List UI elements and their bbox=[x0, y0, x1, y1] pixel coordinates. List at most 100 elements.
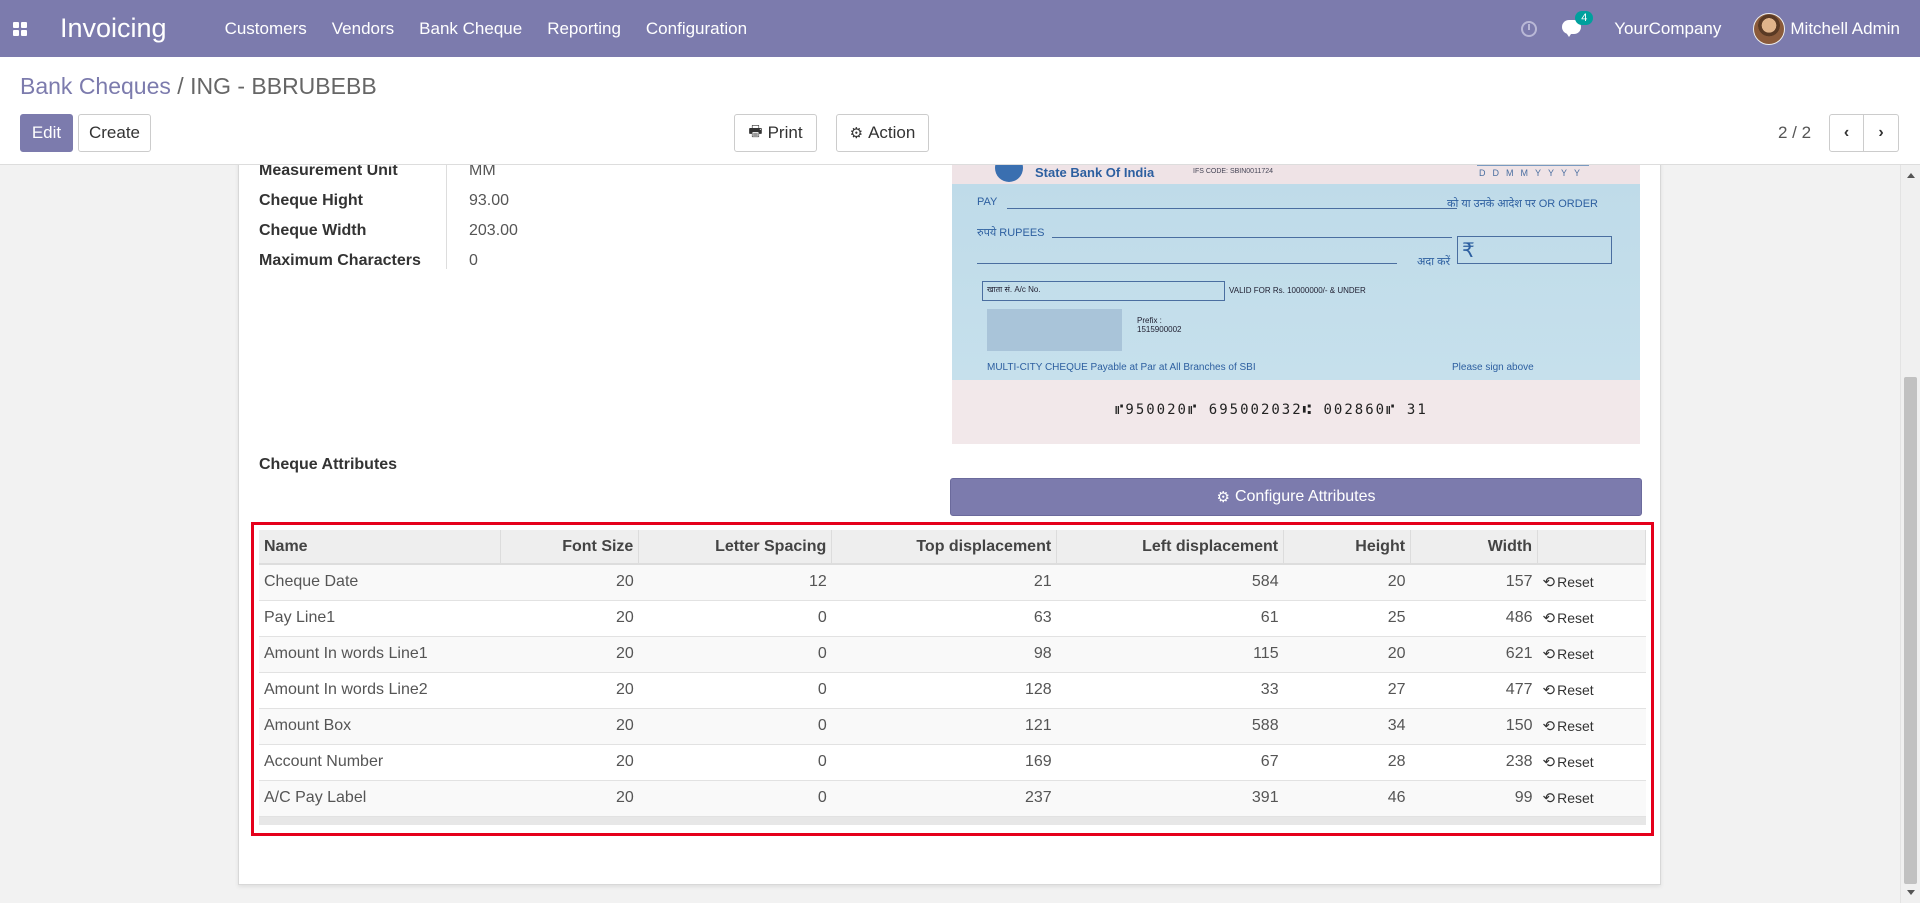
cell-letter-spacing[interactable]: 0 bbox=[638, 672, 832, 709]
cell-width[interactable]: 150 bbox=[1410, 708, 1538, 745]
configure-attributes-button[interactable]: ⚙ Configure Attributes bbox=[950, 478, 1642, 516]
cell-font-size[interactable]: 20 bbox=[500, 564, 639, 601]
cell-left-displacement[interactable]: 115 bbox=[1056, 636, 1284, 673]
cell-top-displacement[interactable]: 169 bbox=[831, 744, 1057, 781]
pager-value[interactable]: 2 / 2 bbox=[1778, 123, 1811, 143]
cheque-pay-text: PAY bbox=[977, 196, 998, 208]
company-switcher[interactable]: YourCompany bbox=[1614, 19, 1721, 39]
cell-font-size[interactable]: 20 bbox=[500, 780, 639, 817]
menu-vendors[interactable]: Vendors bbox=[332, 19, 394, 39]
column-header-font-size[interactable]: Font Size bbox=[500, 530, 640, 565]
cell-font-size[interactable]: 20 bbox=[500, 600, 639, 637]
table-row[interactable]: Amount In words Line1 20 0 98 115 20 621 ⟲ Reset bbox=[259, 636, 1646, 673]
reset-button[interactable]: ⟲ Reset bbox=[1543, 717, 1641, 735]
cell-reset: ⟲ Reset bbox=[1537, 744, 1646, 781]
edit-button[interactable]: Edit bbox=[20, 114, 73, 152]
cell-width[interactable]: 621 bbox=[1410, 636, 1538, 673]
column-header-height[interactable]: Height bbox=[1283, 530, 1412, 565]
cell-name[interactable]: Amount In words Line2 bbox=[259, 672, 501, 709]
menu-configuration[interactable]: Configuration bbox=[646, 19, 747, 39]
user-avatar[interactable] bbox=[1753, 12, 1786, 45]
action-button[interactable]: ⚙ Action bbox=[836, 114, 929, 152]
cell-font-size[interactable]: 20 bbox=[500, 744, 639, 781]
cell-font-size[interactable]: 20 bbox=[500, 672, 639, 709]
reset-button[interactable]: ⟲ Reset bbox=[1543, 789, 1641, 807]
cell-left-displacement[interactable]: 33 bbox=[1056, 672, 1284, 709]
chevron-right-icon: › bbox=[1878, 124, 1884, 141]
menu-reporting[interactable]: Reporting bbox=[547, 19, 621, 39]
apps-menu-icon[interactable] bbox=[0, 0, 40, 57]
cell-top-displacement[interactable]: 21 bbox=[831, 564, 1057, 601]
scrollbar-thumb[interactable] bbox=[1904, 377, 1917, 884]
scroll-down-arrow-icon[interactable] bbox=[1907, 890, 1915, 895]
cell-height[interactable]: 28 bbox=[1283, 744, 1411, 781]
column-header-letter-spacing[interactable]: Letter Spacing bbox=[638, 530, 833, 565]
cell-left-displacement[interactable]: 61 bbox=[1056, 600, 1284, 637]
cell-letter-spacing[interactable]: 0 bbox=[638, 708, 832, 745]
activity-clock-icon[interactable] bbox=[1521, 20, 1538, 37]
cell-name[interactable]: Amount In words Line1 bbox=[259, 636, 501, 673]
column-header-name[interactable]: Name bbox=[259, 530, 502, 565]
cell-height[interactable]: 27 bbox=[1283, 672, 1411, 709]
print-button[interactable]: 🖶 Print bbox=[734, 114, 817, 152]
cell-letter-spacing[interactable]: 0 bbox=[638, 744, 832, 781]
column-header-width[interactable]: Width bbox=[1410, 530, 1538, 565]
cell-letter-spacing[interactable]: 0 bbox=[638, 780, 832, 817]
reset-button[interactable]: ⟲ Reset bbox=[1543, 681, 1641, 699]
cell-height[interactable]: 34 bbox=[1283, 708, 1411, 745]
cell-width[interactable]: 486 bbox=[1410, 600, 1538, 637]
cell-name[interactable]: Pay Line1 bbox=[259, 600, 501, 637]
cell-name[interactable]: Account Number bbox=[259, 744, 501, 781]
cell-left-displacement[interactable]: 584 bbox=[1056, 564, 1284, 601]
cell-top-displacement[interactable]: 128 bbox=[831, 672, 1057, 709]
cell-width[interactable]: 157 bbox=[1410, 564, 1538, 601]
cell-left-displacement[interactable]: 588 bbox=[1056, 708, 1284, 745]
pager-next-button[interactable]: › bbox=[1864, 114, 1899, 152]
messages-chat-icon[interactable]: 4 bbox=[1562, 11, 1594, 37]
cell-font-size[interactable]: 20 bbox=[500, 636, 639, 673]
cell-name[interactable]: Cheque Date bbox=[259, 564, 501, 601]
cell-name[interactable]: A/C Pay Label bbox=[259, 780, 501, 817]
cell-width[interactable]: 99 bbox=[1410, 780, 1538, 817]
cell-height[interactable]: 46 bbox=[1283, 780, 1411, 817]
cell-top-displacement[interactable]: 98 bbox=[831, 636, 1057, 673]
table-row[interactable]: Amount In words Line2 20 0 128 33 27 477 ⟲ Reset bbox=[259, 672, 1646, 709]
reset-button[interactable]: ⟲ Reset bbox=[1543, 573, 1641, 591]
cell-top-displacement[interactable]: 63 bbox=[831, 600, 1057, 637]
cell-letter-spacing[interactable]: 0 bbox=[638, 600, 832, 637]
cell-top-displacement[interactable]: 121 bbox=[831, 708, 1057, 745]
table-row[interactable]: A/C Pay Label 20 0 237 391 46 99 ⟲ Reset bbox=[259, 780, 1646, 817]
reset-button[interactable]: ⟲ Reset bbox=[1543, 645, 1641, 663]
cell-width[interactable]: 477 bbox=[1410, 672, 1538, 709]
scroll-up-arrow-icon[interactable] bbox=[1907, 173, 1915, 178]
app-title[interactable]: Invoicing bbox=[60, 13, 167, 44]
cell-left-displacement[interactable]: 67 bbox=[1056, 744, 1284, 781]
column-header-reset bbox=[1537, 530, 1646, 565]
table-row[interactable]: Amount Box 20 0 121 588 34 150 ⟲ Reset bbox=[259, 708, 1646, 745]
create-button[interactable]: Create bbox=[78, 114, 151, 152]
breadcrumb-bank-cheques[interactable]: Bank Cheques bbox=[20, 73, 171, 99]
table-row[interactable]: Cheque Date 20 12 21 584 20 157 ⟲ Reset bbox=[259, 564, 1646, 601]
cell-height[interactable]: 20 bbox=[1283, 636, 1411, 673]
cell-font-size[interactable]: 20 bbox=[500, 708, 639, 745]
column-header-left-displacement[interactable]: Left displacement bbox=[1056, 530, 1285, 565]
cell-height[interactable]: 20 bbox=[1283, 564, 1411, 601]
vertical-scrollbar[interactable] bbox=[1900, 165, 1920, 903]
cell-name[interactable]: Amount Box bbox=[259, 708, 501, 745]
menu-customers[interactable]: Customers bbox=[225, 19, 307, 39]
cell-left-displacement[interactable]: 391 bbox=[1056, 780, 1284, 817]
reset-button[interactable]: ⟲ Reset bbox=[1543, 609, 1641, 627]
pager-previous-button[interactable]: ‹ bbox=[1829, 114, 1864, 152]
column-header-top-displacement[interactable]: Top displacement bbox=[831, 530, 1058, 565]
table-row[interactable]: Pay Line1 20 0 63 61 25 486 ⟲ Reset bbox=[259, 600, 1646, 637]
cell-top-displacement[interactable]: 237 bbox=[831, 780, 1057, 817]
table-row[interactable]: Account Number 20 0 169 67 28 238 ⟲ Reset bbox=[259, 744, 1646, 781]
cell-letter-spacing[interactable]: 0 bbox=[638, 636, 832, 673]
cheque-acc-label: खाता सं. A/c No. bbox=[987, 285, 1041, 294]
cell-height[interactable]: 25 bbox=[1283, 600, 1411, 637]
reset-button[interactable]: ⟲ Reset bbox=[1543, 753, 1641, 771]
user-menu[interactable]: Mitchell Admin bbox=[1790, 19, 1900, 39]
cell-width[interactable]: 238 bbox=[1410, 744, 1538, 781]
cell-letter-spacing[interactable]: 12 bbox=[638, 564, 832, 601]
menu-bank-cheque[interactable]: Bank Cheque bbox=[419, 19, 522, 39]
